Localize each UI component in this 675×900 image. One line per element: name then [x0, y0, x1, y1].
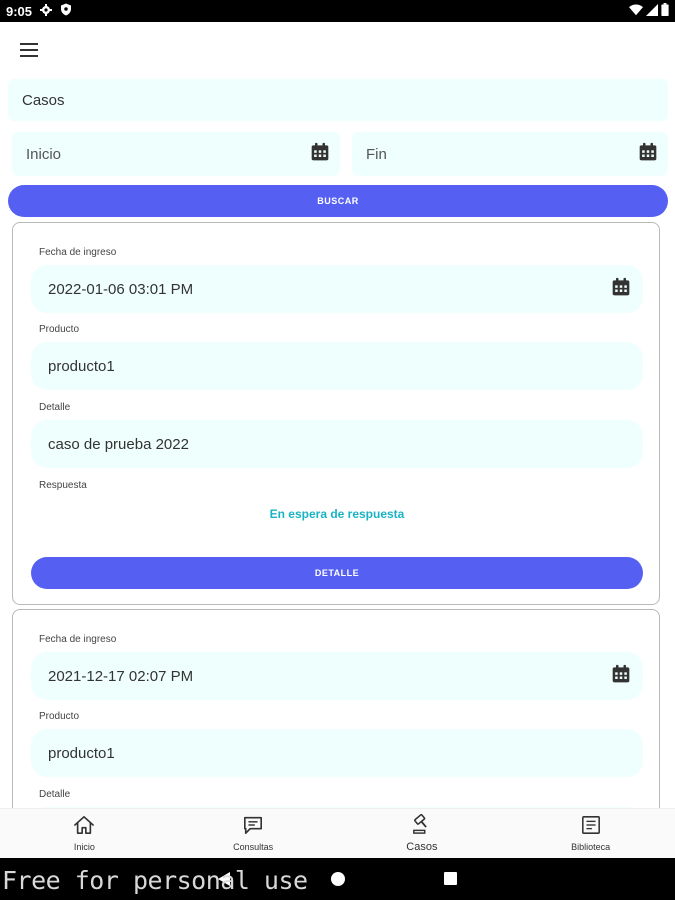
- product-field[interactable]: producto1: [31, 729, 643, 777]
- wifi-icon: [629, 3, 643, 19]
- shield-icon: [60, 3, 72, 19]
- recents-square-icon[interactable]: [444, 872, 457, 885]
- detail-label: Detalle: [39, 789, 71, 800]
- end-date-field[interactable]: Fin: [352, 132, 668, 176]
- home-icon: [73, 815, 95, 840]
- home-circle-icon[interactable]: [331, 872, 345, 886]
- chat-icon: [242, 815, 264, 840]
- response-status: En espera de respuesta: [269, 507, 405, 521]
- status-bar: 9:05: [0, 0, 675, 22]
- search-button[interactable]: BUSCAR: [8, 185, 668, 217]
- start-date-placeholder: Inicio: [26, 145, 62, 163]
- date-field[interactable]: 2021-12-17 02:07 PM: [31, 652, 643, 700]
- signal-icon: [646, 3, 658, 19]
- nav-label: Casos: [406, 841, 438, 853]
- product-value: producto1: [48, 357, 115, 375]
- calendar-icon[interactable]: [611, 277, 631, 301]
- nav-label: Consultas: [233, 842, 274, 852]
- case-list[interactable]: Fecha de ingreso 2022-01-06 03:01 PM Pro…: [0, 220, 675, 808]
- hamburger-menu-icon[interactable]: [20, 39, 44, 61]
- app-bar: [0, 22, 675, 78]
- product-label: Producto: [39, 711, 80, 722]
- product-value: producto1: [48, 744, 115, 762]
- case-card: Fecha de ingreso 2021-12-17 02:07 PM Pro…: [12, 609, 660, 808]
- end-date-placeholder: Fin: [366, 145, 387, 163]
- category-select[interactable]: Casos: [8, 79, 668, 121]
- calendar-icon[interactable]: [611, 664, 631, 688]
- date-field[interactable]: 2022-01-06 03:01 PM: [31, 265, 643, 313]
- nav-item-consultas[interactable]: Consultas: [169, 809, 338, 858]
- nav-label: Biblioteca: [571, 842, 611, 852]
- detail-value: caso de prueba 2022: [48, 435, 189, 453]
- watermark-text: Free for personal use: [2, 866, 308, 895]
- nav-item-biblioteca[interactable]: Biblioteca: [506, 809, 675, 858]
- detail-button[interactable]: DETALLE: [31, 557, 643, 589]
- date-value: 2021-12-17 02:07 PM: [48, 667, 194, 685]
- gear-icon: [40, 3, 53, 19]
- product-field[interactable]: producto1: [31, 342, 643, 390]
- date-label: Fecha de ingreso: [39, 247, 117, 258]
- status-time: 9:05: [6, 3, 33, 19]
- category-value: Casos: [22, 91, 65, 109]
- detail-field[interactable]: caso de prueba 2022: [31, 420, 643, 468]
- date-label: Fecha de ingreso: [39, 634, 117, 645]
- bottom-nav: Inicio Consultas Casos Biblioteca: [0, 808, 675, 858]
- library-icon: [580, 815, 602, 840]
- response-label: Respuesta: [39, 480, 87, 491]
- product-label: Producto: [39, 324, 80, 335]
- detail-label: Detalle: [39, 402, 71, 413]
- nav-item-inicio[interactable]: Inicio: [0, 809, 169, 858]
- case-card: Fecha de ingreso 2022-01-06 03:01 PM Pro…: [12, 222, 660, 605]
- gavel-icon: [411, 813, 433, 839]
- nav-label: Inicio: [73, 842, 95, 852]
- screen: 9:05 Casos Inicio Fin BUSCAR Fecha de in…: [0, 0, 675, 900]
- calendar-icon[interactable]: [310, 142, 330, 166]
- start-date-field[interactable]: Inicio: [12, 132, 340, 176]
- nav-item-casos[interactable]: Casos: [338, 809, 507, 858]
- calendar-icon[interactable]: [638, 142, 658, 166]
- battery-icon: [661, 3, 669, 19]
- date-value: 2022-01-06 03:01 PM: [48, 280, 194, 298]
